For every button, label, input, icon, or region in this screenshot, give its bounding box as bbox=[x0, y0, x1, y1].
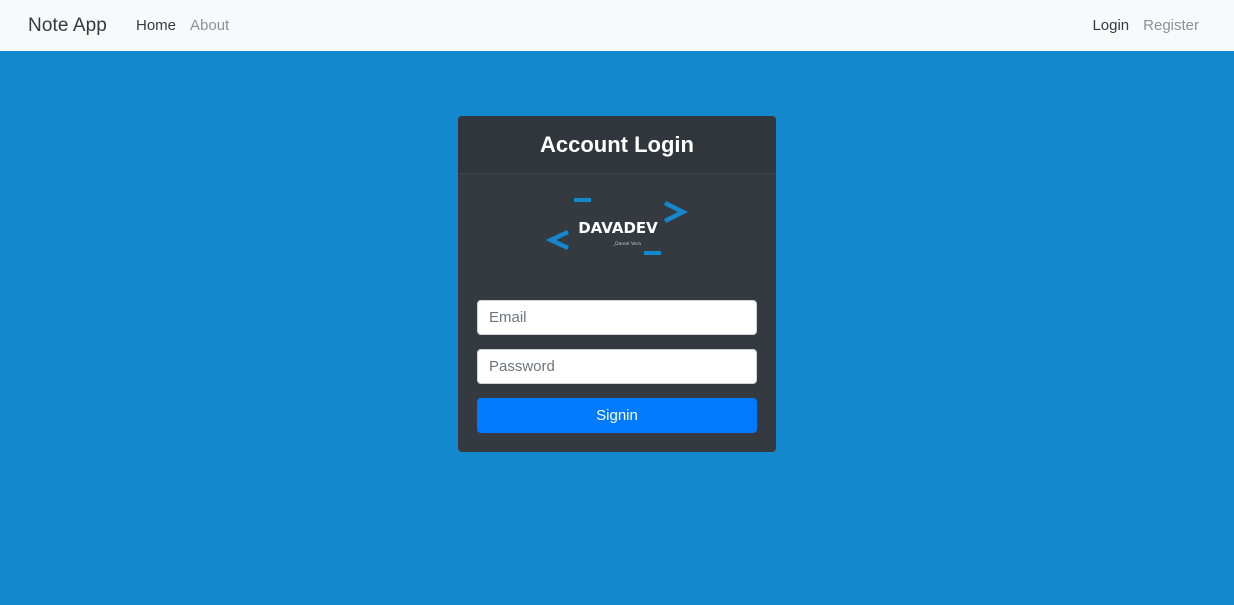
navbar-brand[interactable]: Note App bbox=[28, 15, 107, 37]
logo-right-chevron-icon bbox=[663, 200, 689, 224]
nav-link-register[interactable]: Register bbox=[1136, 17, 1206, 34]
nav-link-home[interactable]: Home bbox=[129, 17, 183, 34]
signin-button[interactable]: Signin bbox=[477, 398, 757, 433]
login-form: Signin bbox=[477, 300, 757, 433]
login-card-header: Account Login bbox=[458, 116, 776, 174]
nav-link-about[interactable]: About bbox=[183, 17, 236, 34]
email-input[interactable] bbox=[477, 300, 757, 335]
davadev-logo-graphic: DAVADEV _Daniel Vera bbox=[545, 198, 689, 255]
login-card: Account Login DAVADEV _Daniel Vera Signi… bbox=[458, 116, 776, 452]
logo-top-dash bbox=[574, 198, 591, 202]
logo-subtext: _Daniel Vera bbox=[612, 241, 641, 247]
nav-link-login[interactable]: Login bbox=[1085, 17, 1136, 34]
logo-left-chevron-icon bbox=[545, 229, 569, 251]
navbar-right: Login Register bbox=[1085, 17, 1218, 34]
login-card-title: Account Login bbox=[540, 131, 694, 157]
navbar: Note App Home About Login Register bbox=[0, 0, 1234, 51]
password-input[interactable] bbox=[477, 349, 757, 384]
logo-bottom-dash bbox=[644, 251, 661, 255]
davadev-logo: DAVADEV _Daniel Vera bbox=[544, 194, 690, 262]
logo-text: DAVADEV bbox=[578, 219, 658, 237]
